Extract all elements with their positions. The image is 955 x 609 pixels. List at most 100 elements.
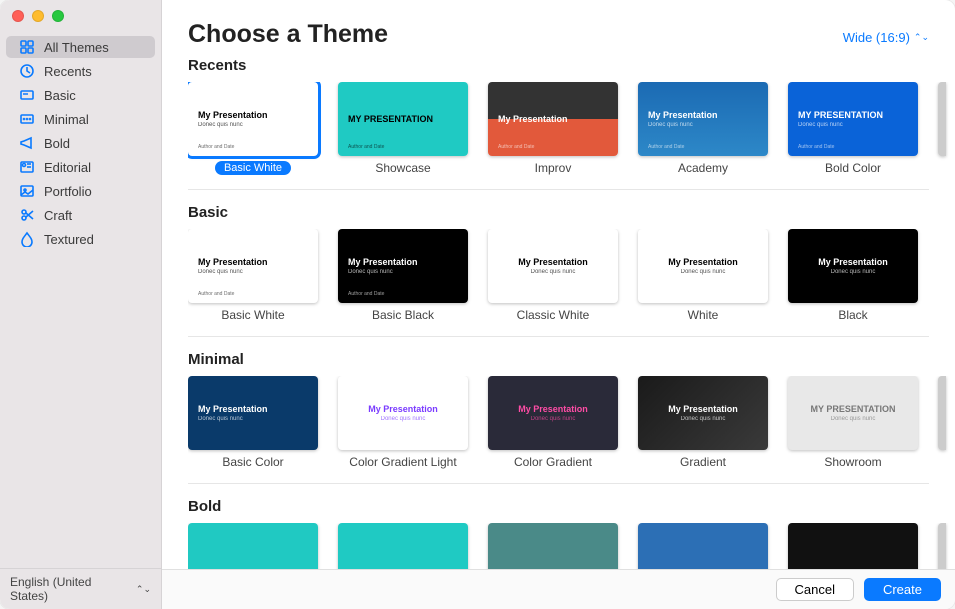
zoom-window-button[interactable]	[52, 10, 64, 22]
overflow-peek	[938, 523, 946, 569]
theme-improv[interactable]: My PresentationAuthor and Date Improv	[488, 82, 618, 175]
theme-basic-white[interactable]: My Presentation Donec quis nunc Author and…	[188, 82, 318, 175]
thumb-title: MY PRESENTATION	[810, 404, 895, 414]
thumb-subtitle: Donec quis nunc	[831, 269, 876, 275]
theme-gradient[interactable]: My PresentationDonec quis nuncGradient	[638, 376, 768, 469]
overflow-peek	[938, 376, 946, 450]
thumb-title: My Presentation	[668, 404, 738, 414]
theme-label: Basic Black	[372, 308, 434, 322]
theme-grid: My Presentation Donec quis nunc Author and…	[188, 82, 955, 175]
theme-showroom[interactable]: MY PRESENTATIONDonec quis nuncShowroom	[788, 376, 918, 469]
theme-thumbnail: My Presentation Donec quis nunc	[188, 376, 318, 450]
theme-scroll-area[interactable]: Recents My Presentation Donec quis nunc Aut…	[162, 57, 955, 569]
create-button[interactable]: Create	[864, 578, 941, 601]
language-select[interactable]: English (United States) ⌃⌄	[0, 568, 161, 609]
theme-thumbnail: My PresentationDonec quis nuncAuthor and…	[188, 229, 318, 303]
thumb-subtitle: Donec quis nunc	[831, 416, 876, 422]
sidebar: All Themes Recents Basic MinimalBold Editori…	[0, 0, 162, 609]
thumb-title: My Presentation	[518, 257, 588, 267]
close-window-button[interactable]	[12, 10, 24, 22]
thumb-subtitle: Donec quis nunc	[381, 416, 426, 422]
thumb-title: My Presentation	[818, 257, 888, 267]
theme-thumbnail: My PresentationDonec quis nunc	[488, 376, 618, 450]
aspect-ratio-select[interactable]: Wide (16:9) ⌃⌄	[843, 30, 929, 45]
sidebar-item-portfolio[interactable]: Portfolio	[6, 180, 155, 202]
cancel-button[interactable]: Cancel	[776, 578, 854, 601]
section-title: Recents	[188, 57, 955, 74]
theme-item[interactable]	[188, 523, 318, 569]
main-panel: Choose a Theme Wide (16:9) ⌃⌄ Recents My …	[162, 0, 955, 609]
window-body: All ThemesRecentsBasicMinimalBoldEditori…	[0, 0, 955, 609]
thumb-title: My Presentation	[518, 404, 588, 414]
theme-thumbnail: MY PRESENTATION Donec quis nunc	[788, 376, 918, 450]
thumb-author: Author and Date	[348, 144, 384, 150]
theme-label: Color Gradient Light	[349, 455, 456, 469]
sidebar-item-bold[interactable]: Bold	[6, 132, 155, 154]
section-bold: Bold	[188, 498, 955, 569]
sidebar-item-textured[interactable]: Textured	[6, 228, 155, 250]
theme-label: Black	[838, 308, 867, 322]
thumb-title: My Presentation	[198, 110, 308, 120]
thumb-title: My Presentation	[368, 404, 438, 414]
thumb-title: My Presentation	[198, 404, 308, 414]
theme-label: Academy	[678, 161, 728, 175]
thumb-subtitle: Donec quis nunc	[198, 416, 308, 422]
sidebar-item-label: Editorial	[44, 160, 91, 175]
section-basic: Basic My Presentation Donec quis nunc Autho…	[188, 204, 955, 322]
theme-item[interactable]	[788, 523, 918, 569]
theme-classic-white[interactable]: My PresentationDonec quis nuncClassic Wh…	[488, 229, 618, 322]
minimize-window-button[interactable]	[32, 10, 44, 22]
sidebar-item-recents[interactable]: Recents	[6, 60, 155, 82]
sidebar-item-label: Basic	[44, 88, 76, 103]
section-title: Bold	[188, 498, 955, 515]
theme-item[interactable]	[338, 523, 468, 569]
thumb-author: Author and Date	[348, 291, 384, 297]
sidebar-item-all-themes[interactable]: All Themes	[6, 36, 155, 58]
thumb-author: Author and Date	[198, 144, 234, 150]
theme-color-gradient[interactable]: My PresentationDonec quis nuncColor Grad…	[488, 376, 618, 469]
sidebar-item-minimal[interactable]: Minimal	[6, 108, 155, 130]
theme-thumbnail: MY PRESENTATIONAuthor and Date	[338, 82, 468, 156]
theme-label: Improv	[535, 161, 572, 175]
theme-chooser-window: All ThemesRecentsBasicMinimalBoldEditori…	[0, 0, 955, 609]
theme-item[interactable]	[488, 523, 618, 569]
theme-grid: My Presentation Donec quis nunc Author and…	[188, 229, 955, 322]
theme-basic-color[interactable]: My Presentation Donec quis nunc Basic Colo…	[188, 376, 318, 469]
overflow-peek	[938, 82, 946, 156]
thumb-subtitle: Donec quis nunc	[648, 122, 758, 128]
theme-color-gradient-light[interactable]: My Presentation Donec quis nunc Color Grad…	[338, 376, 468, 469]
thumb-title: My Presentation	[648, 110, 758, 120]
thumb-subtitle: Donec quis nunc	[681, 416, 726, 422]
thumb-subtitle: Donec quis nunc	[348, 269, 458, 275]
theme-thumbnail	[638, 523, 768, 569]
sidebar-item-label: All Themes	[44, 40, 109, 55]
theme-item[interactable]	[638, 523, 768, 569]
theme-academy[interactable]: My PresentationDonec quis nuncAuthor and…	[638, 82, 768, 175]
theme-thumbnail	[788, 523, 918, 569]
section-title: Basic	[188, 204, 955, 221]
page-title: Choose a Theme	[188, 20, 388, 49]
thumb-subtitle: Donec quis nunc	[198, 269, 308, 275]
thumb-author: Author and Date	[798, 144, 834, 150]
thumb-title: My Presentation	[348, 257, 458, 267]
section-recents: Recents My Presentation Donec quis nunc Aut…	[188, 57, 955, 175]
theme-thumbnail: My PresentationAuthor and Date	[488, 82, 618, 156]
thumb-subtitle: Donec quis nunc	[798, 122, 908, 128]
theme-white[interactable]: My PresentationDonec quis nuncWhite	[638, 229, 768, 322]
theme-thumbnail: My Presentation Donec quis nunc Author and…	[188, 82, 318, 156]
theme-thumbnail	[488, 523, 618, 569]
sidebar-item-craft[interactable]: Craft	[6, 204, 155, 226]
footer-bar: Cancel Create	[162, 569, 955, 609]
theme-thumbnail: My Presentation Donec quis nunc	[638, 376, 768, 450]
grid-icon	[18, 39, 36, 55]
sidebar-item-basic[interactable]: Basic	[6, 84, 155, 106]
thumb-subtitle: Donec quis nunc	[198, 122, 308, 128]
theme-showcase[interactable]: MY PRESENTATIONAuthor and DateShowcase	[338, 82, 468, 175]
theme-bold-color[interactable]: MY PRESENTATIONDonec quis nuncAuthor and…	[788, 82, 918, 175]
drop-icon	[18, 231, 36, 247]
sidebar-item-editorial[interactable]: Editorial	[6, 156, 155, 178]
theme-basic-black[interactable]: My Presentation Donec quis nunc Author and…	[338, 229, 468, 322]
theme-basic-white[interactable]: My PresentationDonec quis nuncAuthor and…	[188, 229, 318, 322]
theme-label: Basic Color	[222, 455, 283, 469]
theme-black[interactable]: My Presentation Donec quis nunc Black	[788, 229, 918, 322]
